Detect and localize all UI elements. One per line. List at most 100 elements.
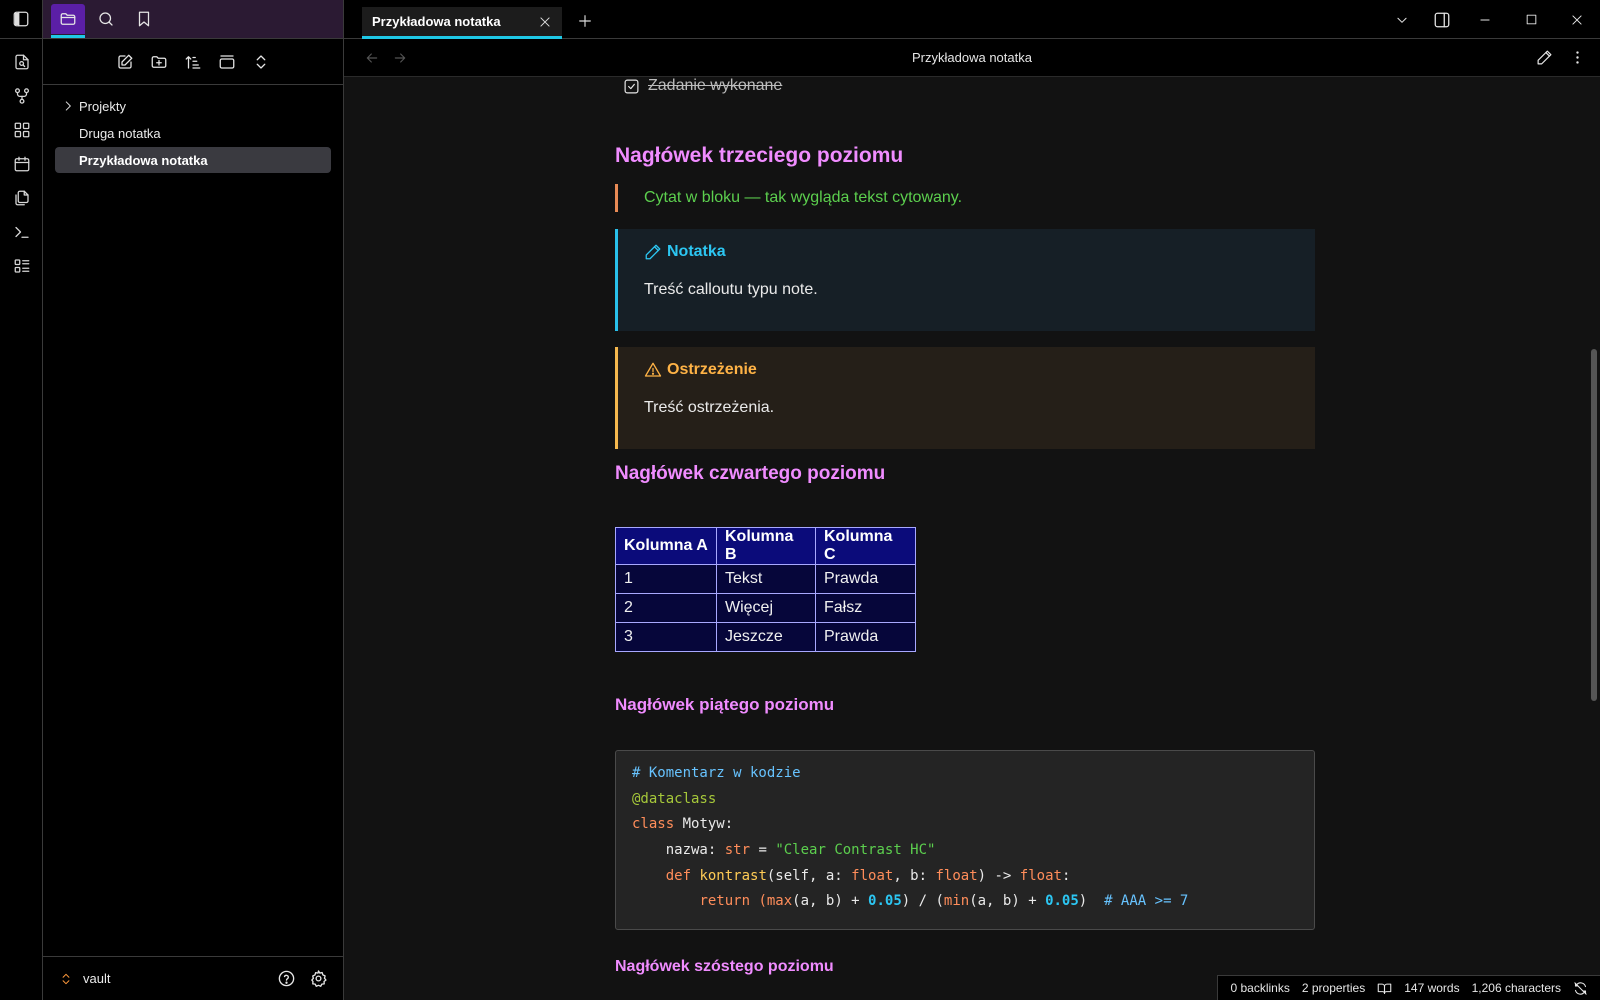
auto-reveal-button[interactable]	[217, 52, 237, 72]
close-icon	[540, 16, 550, 27]
tree-item-label: Przykładowa notatka	[79, 152, 208, 168]
status-properties[interactable]: 2 properties	[1302, 981, 1365, 995]
tab-bookmarks[interactable]	[127, 4, 161, 34]
table-header-row: Kolumna A Kolumna B Kolumna C	[615, 527, 916, 565]
chevrons-up-down-icon	[256, 54, 266, 69]
code-number: 0.05	[1045, 893, 1079, 910]
note-content[interactable]: Zadanie wykonane Nagłówek trzeciego pozi…	[344, 77, 1600, 1000]
code-line: # Komentarz w kodzie	[632, 765, 1298, 791]
code-identifier: nazwa:	[632, 842, 725, 859]
code-args: (a, b) +	[969, 893, 1046, 910]
new-folder-button[interactable]	[149, 52, 169, 72]
maximize-button[interactable]	[1508, 0, 1554, 39]
reading-mode-button[interactable]	[1377, 981, 1392, 996]
table-row: 1 Tekst Prawda	[615, 564, 916, 594]
code-line: class Motyw:	[632, 816, 1298, 842]
callout-warning: Ostrzeżenie Treść ostrzeżenia.	[615, 347, 1315, 449]
tab-files[interactable]	[51, 4, 85, 38]
heading-5: Nagłówek piątego poziomu	[615, 695, 835, 714]
alert-triangle-icon	[644, 362, 662, 377]
settings-button[interactable]	[307, 968, 329, 990]
file-tree: Projekty Druga notatka Przykładowa notat…	[43, 85, 343, 182]
sidebar-left-icon	[13, 11, 29, 27]
tree-file-druga-notatka[interactable]: Druga notatka	[55, 120, 331, 146]
sync-status-button[interactable]	[1573, 981, 1588, 996]
callout-body: Treść ostrzeżenia.	[644, 399, 775, 416]
sort-button[interactable]	[183, 52, 203, 72]
status-backlinks[interactable]: 0 backlinks	[1230, 981, 1289, 995]
graph-view-button[interactable]	[0, 79, 43, 113]
table-cell: Więcej	[716, 593, 816, 623]
files-icon	[14, 190, 29, 206]
more-options-button[interactable]	[1569, 49, 1586, 66]
window-controls	[1382, 0, 1600, 39]
toggle-sidebar-button[interactable]	[0, 0, 42, 39]
command-palette-button[interactable]	[0, 215, 43, 249]
checkbox-checked-icon	[624, 79, 639, 93]
sort-ascending-icon	[185, 55, 201, 69]
code-type: float	[1019, 867, 1062, 884]
navigate-back-button[interactable]	[364, 50, 380, 66]
code-type: str	[724, 842, 751, 859]
table-header-cell: Kolumna A	[615, 527, 717, 565]
blockquote-text: Cytat w bloku — tak wygląda tekst cytowa…	[644, 189, 963, 206]
toggle-right-sidebar-button[interactable]	[1422, 0, 1462, 39]
folder-icon	[60, 13, 76, 25]
minimize-button[interactable]	[1462, 0, 1508, 39]
tree-item-label: Projekty	[79, 98, 126, 114]
edit-mode-button[interactable]	[1536, 49, 1553, 66]
code-line: return (max(a, b) + 0.05) / (min(a, b) +…	[632, 893, 1298, 919]
checkbox-checked[interactable]	[623, 78, 640, 95]
collapse-all-button[interactable]	[251, 52, 271, 72]
code-params: , b:	[893, 867, 936, 884]
close-window-button[interactable]	[1554, 0, 1600, 39]
maximize-icon	[1526, 14, 1536, 25]
arrow-left-icon	[366, 52, 378, 63]
code-operator: =	[750, 842, 776, 859]
file-explorer-toolbar	[43, 39, 343, 85]
sidebar-right-icon	[1434, 12, 1450, 27]
code-punct: :	[1061, 867, 1071, 884]
view-actions	[1536, 49, 1586, 66]
tree-file-przykladowa-notatka[interactable]: Przykładowa notatka	[55, 147, 331, 173]
status-character-count: 1,206 characters	[1471, 981, 1561, 995]
tab-bar: Przykładowa notatka	[344, 0, 1600, 39]
list-layout-icon	[14, 259, 29, 273]
tab-list-button[interactable]	[1382, 0, 1422, 39]
terminal-icon	[14, 226, 29, 238]
bases-button[interactable]	[0, 249, 43, 283]
scrollbar-thumb[interactable]	[1591, 349, 1597, 701]
tab-search[interactable]	[89, 4, 123, 34]
code-operator: ) / (	[901, 893, 944, 910]
table-cell: Prawda	[815, 622, 916, 652]
templates-button[interactable]	[0, 181, 43, 215]
callout-note: Notatka Treść calloutu typu note.	[615, 229, 1315, 331]
code-block[interactable]: # Komentarz w kodzie @dataclass class Mo…	[615, 750, 1315, 930]
plus-icon	[579, 15, 591, 27]
vault-switcher[interactable]: vault	[59, 971, 265, 986]
pencil-icon	[1537, 50, 1552, 65]
table-row: 2 Więcej Fałsz	[615, 593, 916, 623]
close-tab-button[interactable]	[538, 15, 552, 29]
tab-przykladowa-notatka[interactable]: Przykładowa notatka	[362, 7, 562, 39]
help-button[interactable]	[275, 968, 297, 990]
new-tab-button[interactable]	[574, 10, 596, 32]
quick-switcher-button[interactable]	[0, 45, 43, 79]
code-identifier: Motyw:	[674, 816, 734, 833]
navigate-forward-button[interactable]	[392, 50, 408, 66]
tree-folder-projekty[interactable]: Projekty	[55, 93, 331, 119]
code-line: def kontrast(self, a: float, b: float) -…	[632, 868, 1298, 894]
code-params: ) ->	[977, 867, 1020, 884]
daily-note-button[interactable]	[0, 147, 43, 181]
folder-plus-icon	[151, 55, 167, 68]
code-function-name: kontrast	[691, 867, 767, 884]
view-title[interactable]: Przykładowa notatka	[344, 50, 1600, 65]
pencil-icon	[645, 244, 661, 260]
bookmark-icon	[138, 11, 150, 27]
callout-title-text: Ostrzeżenie	[667, 361, 757, 378]
new-note-button[interactable]	[115, 52, 135, 72]
canvas-button[interactable]	[0, 113, 43, 147]
file-search-icon	[14, 54, 29, 70]
